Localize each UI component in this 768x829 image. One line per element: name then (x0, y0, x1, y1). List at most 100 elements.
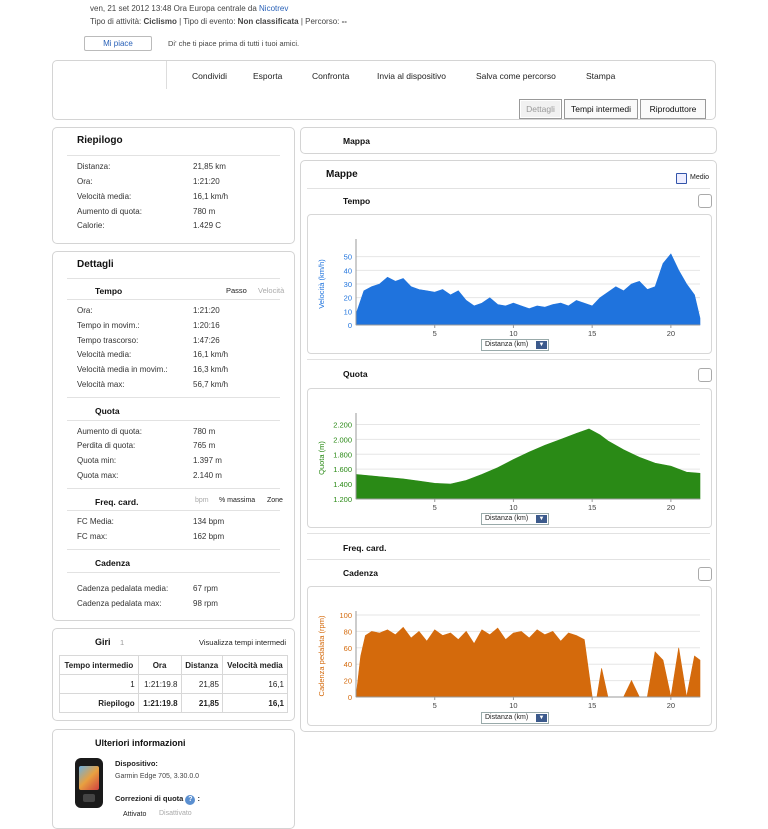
more-info-title: Ulteriori informazioni (95, 738, 186, 748)
time-value: 1:21:20 (193, 306, 220, 315)
lap-cell: 21,85 (180, 674, 223, 694)
toolbar: Condividi Esporta Confronta Invia al dis… (52, 60, 716, 120)
route-label: | Percorso: (300, 17, 340, 26)
elevation-value: 2.140 m (193, 471, 222, 480)
summary-panel: Riepilogo Distanza: 21,85 km Ora: 1:21:2… (52, 127, 295, 244)
cadence-y-tick-label: 80 (344, 627, 352, 636)
speed-x-axis-value: Distanza (km) (485, 341, 529, 348)
map-panel[interactable]: Mappa (300, 127, 717, 154)
tab-player[interactable]: Riproduttore (640, 99, 706, 119)
elevation-x-tick-label: 20 (667, 503, 675, 512)
more-info-panel: Ulteriori informazioni Dispositivo: Garm… (52, 729, 295, 829)
elev-corrections-suffix: : (197, 794, 201, 803)
cadence-value: 98 rpm (193, 599, 218, 608)
details-title: Dettagli (77, 259, 114, 270)
summary-label: Aumento di quota: (77, 207, 142, 216)
cadence-chart: 0 20 40 60 80 100 5 10 15 20 Cadenza pedalata (rpm… (317, 611, 701, 710)
help-icon[interactable]: ? (185, 795, 196, 805)
cadence-x-tick-label: 5 (433, 701, 437, 710)
elevation-chart-container: 1.200 1.400 1.600 1.800 2.000 2.200 5 10 15 20 Quo… (307, 388, 712, 528)
summary-title: Riepilogo (77, 135, 123, 146)
activity-type-label: Tipo di attività: (90, 17, 142, 26)
elevation-value: 765 m (193, 441, 216, 450)
speed-x-axis-select[interactable]: Distanza (km) ▼ (481, 339, 549, 351)
device-value: Garmin Edge 705, 3.30.0.0 (115, 773, 200, 780)
print-link[interactable]: Stampa (586, 71, 615, 81)
like-button[interactable]: Mi piace (84, 36, 152, 51)
elevation-label: Aumento di quota: (77, 427, 142, 436)
average-label: Medio (690, 174, 710, 181)
speed-chart-toggle[interactable] (698, 194, 712, 208)
elevation-x-axis-select[interactable]: Distanza (km) ▼ (481, 513, 549, 525)
cadence-chart-title: Cadenza (343, 568, 378, 578)
elevation-chart-toggle[interactable] (698, 368, 712, 382)
speed-x-tick-label: 5 (433, 329, 437, 338)
time-value: 1:47:26 (193, 336, 220, 345)
laps-table: Tempo intermedio Ora Distanza Velocità m… (59, 655, 289, 713)
details-divider (67, 278, 280, 279)
deactivated-option[interactable]: Disattivato (159, 810, 192, 817)
tab-splits[interactable]: Tempi intermedi (564, 99, 638, 119)
save-as-course-link[interactable]: Salva come percorso (476, 71, 556, 81)
activity-date-line: ven, 21 set 2012 13:48 Ora Europa centra… (90, 4, 288, 13)
speed-y-tick-label: 10 (344, 307, 352, 316)
route-value: -- (341, 17, 347, 26)
lap-cell: 1 (59, 674, 139, 694)
export-link[interactable]: Esporta (253, 71, 282, 81)
heart-value: 162 bpm (193, 532, 225, 541)
summary-value: 1.429 C (193, 221, 222, 230)
bpm-toggle[interactable]: bpm (195, 497, 209, 504)
pace-toggle[interactable]: Passo (226, 286, 247, 295)
time-value: 1:20:16 (193, 321, 220, 330)
table-row[interactable]: 1 1:21:19.8 21,85 16,1 (59, 674, 289, 694)
heart-value: 134 bpm (193, 517, 225, 526)
speed-chart: 0 10 20 30 40 50 5 10 15 20 Velocità (km/h) (317, 239, 701, 338)
average-checkbox[interactable] (676, 173, 687, 184)
cadence-value: 67 rpm (193, 584, 218, 593)
percent-max-toggle[interactable]: % massima (219, 497, 255, 504)
elevation-label: Quota max: (77, 471, 119, 480)
summary-value: 1:21:20 (193, 177, 220, 186)
elevation-y-tick-label: 2.200 (333, 420, 352, 429)
heart-label: FC max: (77, 532, 108, 541)
summary-label: Ora: (77, 177, 93, 186)
chevron-down-icon: ▼ (536, 341, 547, 349)
cadence-y-tick-label: 20 (344, 677, 352, 686)
elevation-y-tick-label: 1.200 (333, 495, 352, 504)
charts-divider (307, 188, 710, 189)
chevron-down-icon: ▼ (536, 714, 547, 722)
elevation-y-tick-label: 2.000 (333, 435, 352, 444)
activity-meta: Tipo di attività: Ciclismo | Tipo di eve… (90, 17, 347, 26)
elevation-x-tick-label: 10 (509, 503, 517, 512)
user-link[interactable]: Nicotrev (259, 4, 288, 13)
share-link[interactable]: Condividi (192, 71, 227, 81)
heart-divider (67, 510, 280, 511)
send-to-device-link[interactable]: Invia al dispositivo (377, 71, 446, 81)
activated-option[interactable]: Attivato (123, 811, 146, 818)
details-panel: Dettagli Tempo Passo Velocità Ora: 1:21:… (52, 251, 295, 621)
cadence-x-axis-select[interactable]: Distanza (km) ▼ (481, 712, 549, 724)
cadence-y-tick-label: 60 (344, 644, 352, 653)
heart-end-divider (67, 549, 280, 550)
tab-details[interactable]: Dettagli (519, 99, 562, 119)
summary-label: Distanza: (77, 162, 111, 171)
summary-value: 16,1 km/h (193, 192, 229, 201)
cadence-series-area (355, 626, 701, 698)
heart-label: FC Media: (77, 517, 114, 526)
cadence-chart-toggle[interactable] (698, 567, 712, 581)
activity-date: ven, 21 set 2012 13:48 Ora Europa centra… (90, 4, 257, 13)
like-text: Di' che ti piace prima di tutti i tuoi a… (168, 39, 300, 48)
compare-link[interactable]: Confronta (312, 71, 349, 81)
time-label: Tempo in movim.: (77, 321, 140, 330)
heart-end-divider (307, 559, 710, 560)
elevation-chart: 1.200 1.400 1.600 1.800 2.000 2.200 5 10 15 20 Quo… (317, 413, 701, 512)
lap-cell: Riepilogo (59, 693, 139, 713)
cadence-label: Cadenza pedalata max: (77, 599, 162, 608)
view-splits-link[interactable]: Visualizza tempi intermedi (199, 638, 286, 647)
elevation-end-divider (67, 488, 280, 489)
zones-toggle[interactable]: Zone (267, 497, 283, 504)
summary-label: Velocità media: (77, 192, 132, 201)
cadence-divider (67, 572, 280, 573)
heart-chart-title: Freq. card. (343, 543, 387, 553)
speed-toggle[interactable]: Velocità (258, 286, 284, 295)
